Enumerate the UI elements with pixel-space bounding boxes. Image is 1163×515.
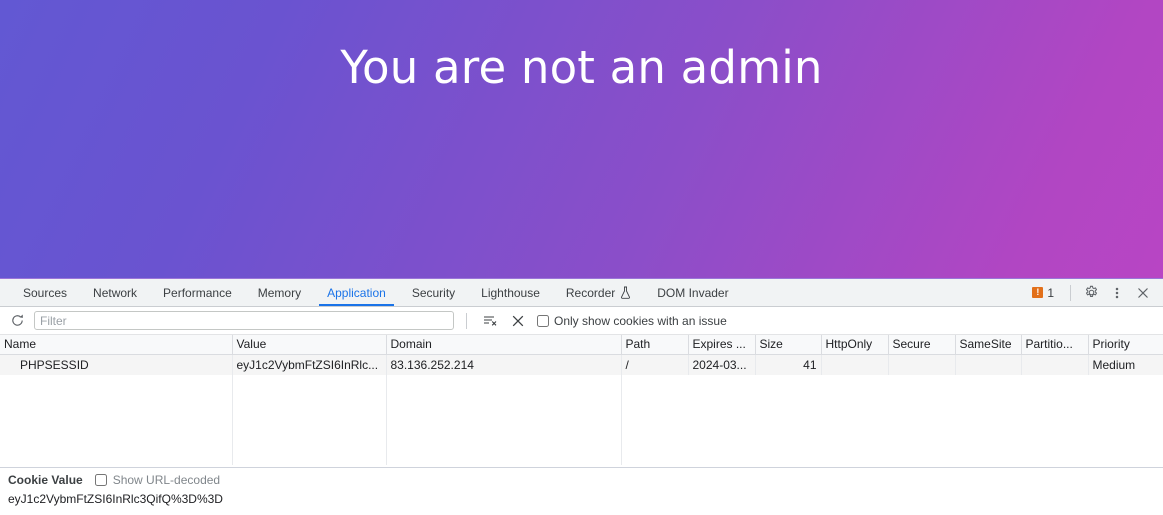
tab-label: Performance [163,286,232,300]
cell-name: PHPSESSID [0,354,232,375]
toolbar-divider [1070,285,1071,301]
tab-sources[interactable]: Sources [10,279,80,306]
table-empty-area [0,375,1163,465]
column-divider [386,375,387,465]
column-divider [621,375,622,465]
devtools-panel: Sources Network Performance Memory Appli… [0,278,1163,515]
column-header-name[interactable]: Name [0,335,232,354]
cell-size: 41 [755,354,821,375]
tab-label: Memory [258,286,301,300]
cookies-table: Name Value Domain Path Expires ... Size … [0,335,1163,375]
table-header-row: Name Value Domain Path Expires ... Size … [0,335,1163,354]
cookie-value-title: Cookie Value [8,473,83,487]
flask-icon [620,286,631,299]
cell-path: / [621,354,688,375]
column-header-value[interactable]: Value [232,335,386,354]
cookie-value-text: eyJ1c2VybmFtZSI6InRlc3QifQ%3D%3D [8,492,1155,506]
cell-secure [888,354,955,375]
tab-scroll-overflow-left[interactable] [0,279,10,306]
cookie-value-header: Cookie Value Show URL-decoded [8,473,1155,487]
tab-label: Lighthouse [481,286,540,300]
cell-partitioned [1021,354,1088,375]
tab-security[interactable]: Security [399,279,468,306]
column-divider [232,375,233,465]
tab-network[interactable]: Network [80,279,150,306]
browser-page-content: You are not an admin [0,0,1163,278]
tab-recorder[interactable]: Recorder [553,279,644,306]
cookies-toolbar: Only show cookies with an issue [0,307,1163,335]
refresh-icon[interactable] [6,310,28,332]
cell-domain: 83.136.252.214 [386,354,621,375]
column-header-expires[interactable]: Expires ... [688,335,755,354]
tab-label: DOM Invader [657,286,728,300]
tab-label: Sources [23,286,67,300]
cell-httponly [821,354,888,375]
only-show-issues-filter[interactable]: Only show cookies with an issue [537,314,727,328]
column-header-httponly[interactable]: HttpOnly [821,335,888,354]
tab-label: Network [93,286,137,300]
clear-all-cookies-icon[interactable] [479,310,501,332]
column-header-path[interactable]: Path [621,335,688,354]
cookie-value-preview: Cookie Value Show URL-decoded eyJ1c2Vybm… [0,468,1163,506]
table-row[interactable]: PHPSESSID eyJ1c2VybmFtZSI6InRlc... 83.13… [0,354,1163,375]
tab-lighthouse[interactable]: Lighthouse [468,279,553,306]
cell-value: eyJ1c2VybmFtZSI6InRlc... [232,354,386,375]
kebab-menu-icon[interactable] [1105,281,1129,305]
devtools-tabbar: Sources Network Performance Memory Appli… [0,279,1163,307]
column-header-domain[interactable]: Domain [386,335,621,354]
column-header-samesite[interactable]: SameSite [955,335,1021,354]
tab-label: Application [327,286,386,300]
only-show-issues-label: Only show cookies with an issue [554,314,727,328]
toolbar-divider [466,313,467,329]
show-url-decoded-checkbox[interactable] [95,474,107,486]
show-url-decoded-toggle[interactable]: Show URL-decoded [95,473,220,487]
tab-label: Recorder [566,286,615,300]
devtools-tabbar-actions: ! 1 [1024,279,1163,306]
only-show-issues-checkbox[interactable] [537,315,549,327]
show-url-decoded-label: Show URL-decoded [113,473,220,487]
tab-label: Security [412,286,455,300]
filter-input[interactable] [34,311,454,330]
column-header-secure[interactable]: Secure [888,335,955,354]
cell-samesite [955,354,1021,375]
close-icon[interactable] [1131,281,1155,305]
cell-priority: Medium [1088,354,1163,375]
issues-badge[interactable]: ! 1 [1024,286,1062,300]
gear-icon[interactable] [1079,281,1103,305]
tab-memory[interactable]: Memory [245,279,314,306]
page-title: You are not an admin [0,42,1163,94]
tab-dom-invader[interactable]: DOM Invader [644,279,741,306]
column-header-partitioned[interactable]: Partitio... [1021,335,1088,354]
delete-cookie-icon[interactable] [507,310,529,332]
issue-warning-icon: ! [1032,287,1043,298]
cell-expires: 2024-03... [688,354,755,375]
issues-count: 1 [1047,286,1054,300]
tab-performance[interactable]: Performance [150,279,245,306]
tab-application[interactable]: Application [314,279,399,306]
column-header-priority[interactable]: Priority [1088,335,1163,354]
column-header-size[interactable]: Size [755,335,821,354]
cookies-table-container[interactable]: Name Value Domain Path Expires ... Size … [0,335,1163,468]
